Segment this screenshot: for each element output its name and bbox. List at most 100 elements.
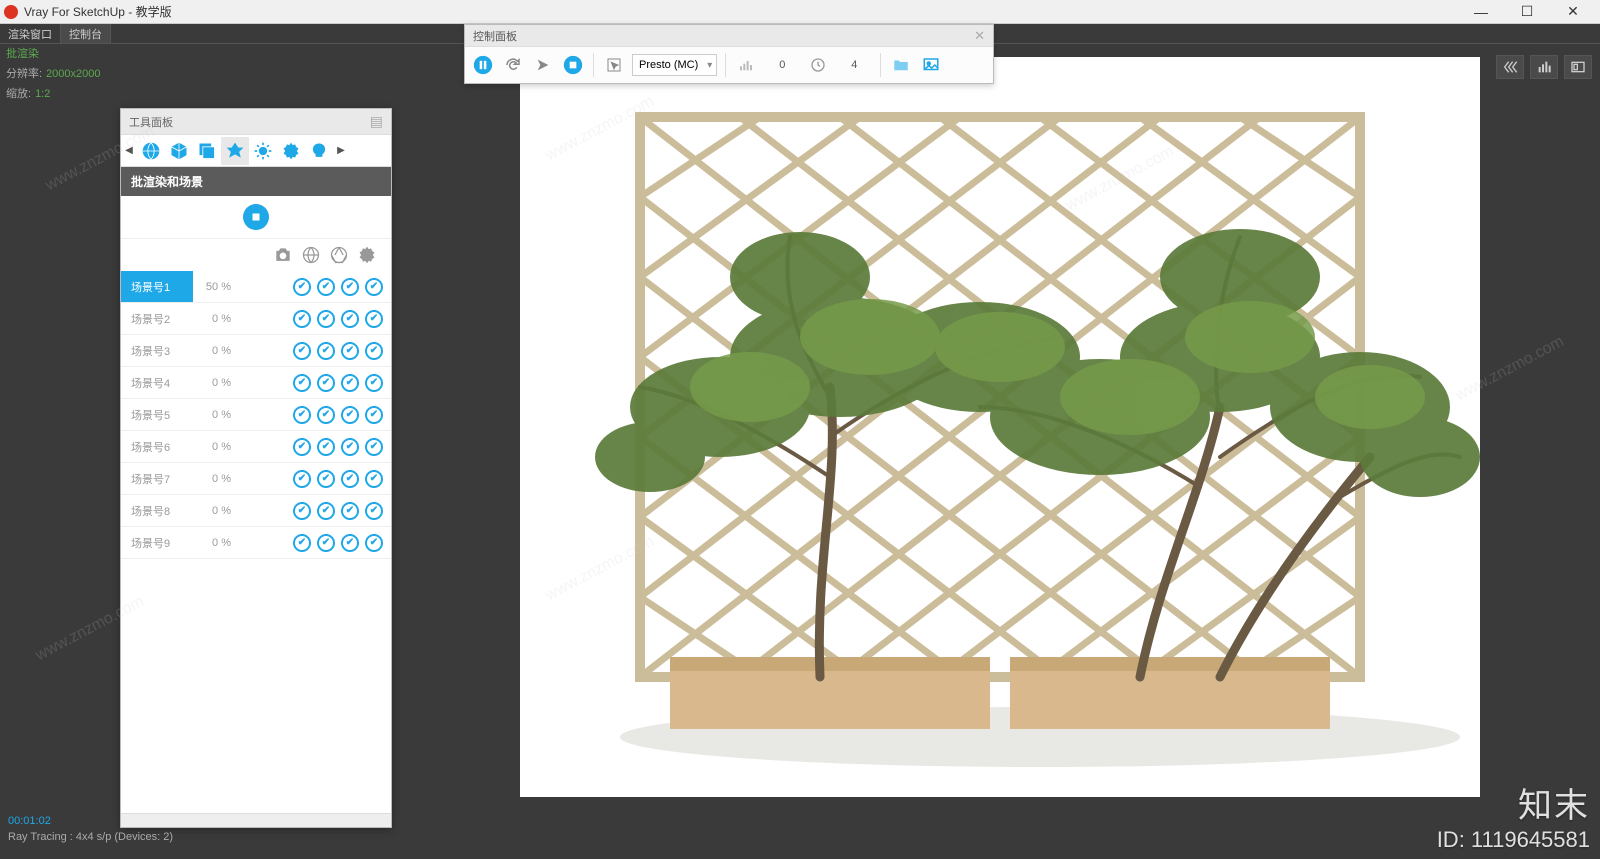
scene-check-icon[interactable]	[341, 534, 359, 552]
scene-check-icon[interactable]	[365, 310, 383, 328]
tab-sun-icon[interactable]	[249, 137, 277, 165]
tab-render-window[interactable]: 渲染窗口	[0, 24, 61, 43]
tool-panel-close-icon[interactable]: ▤	[370, 113, 383, 130]
scene-check-icon[interactable]	[317, 278, 335, 296]
scene-check-icon[interactable]	[317, 310, 335, 328]
scene-check-icon[interactable]	[365, 374, 383, 392]
globe-small-icon[interactable]	[301, 245, 321, 265]
camera-icon[interactable]	[273, 245, 293, 265]
bars-icon[interactable]	[734, 53, 758, 77]
scene-check-icon[interactable]	[341, 470, 359, 488]
scene-check-icon[interactable]	[317, 534, 335, 552]
scene-row[interactable]: 场景号20 %	[121, 303, 391, 335]
scene-name: 场景号8	[121, 503, 193, 519]
scene-row[interactable]: 场景号60 %	[121, 431, 391, 463]
scene-check-icon[interactable]	[293, 278, 311, 296]
scene-row[interactable]: 场景号70 %	[121, 463, 391, 495]
scene-check-icon[interactable]	[317, 438, 335, 456]
tab-globe-icon[interactable]	[137, 137, 165, 165]
scene-row[interactable]: 场景号90 %	[121, 527, 391, 559]
arrow-icon[interactable]	[531, 53, 555, 77]
control-panel-title: 控制面板	[473, 28, 517, 44]
scene-check-icon[interactable]	[341, 406, 359, 424]
scene-check-icon[interactable]	[293, 310, 311, 328]
minimize-button[interactable]: —	[1458, 0, 1504, 24]
scene-name: 场景号6	[121, 439, 193, 455]
scene-name: 场景号4	[121, 375, 193, 391]
window-title: Vray For SketchUp - 教学版	[24, 3, 1458, 20]
scene-check-icon[interactable]	[293, 534, 311, 552]
scene-check-icon[interactable]	[365, 342, 383, 360]
scene-row[interactable]: 场景号80 %	[121, 495, 391, 527]
render-image	[520, 57, 1480, 797]
scene-percent: 0 %	[193, 345, 241, 357]
counter-2: 4	[836, 59, 872, 71]
scene-check-icon[interactable]	[341, 438, 359, 456]
close-button[interactable]: ✕	[1550, 0, 1596, 24]
scene-check-icon[interactable]	[293, 438, 311, 456]
scene-row[interactable]: 场景号30 %	[121, 335, 391, 367]
tab-scroll-left[interactable]: ◀	[121, 136, 137, 166]
tab-bulb-icon[interactable]	[305, 137, 333, 165]
scene-check-icon[interactable]	[365, 406, 383, 424]
scene-percent: 0 %	[193, 505, 241, 517]
folder-button[interactable]	[889, 53, 913, 77]
scene-check-icon[interactable]	[317, 470, 335, 488]
scene-percent: 0 %	[193, 377, 241, 389]
tool-panel-title: 工具面板	[129, 114, 173, 130]
scene-row[interactable]: 场景号150 %	[121, 271, 391, 303]
scene-check-icon[interactable]	[317, 374, 335, 392]
scene-check-icon[interactable]	[365, 278, 383, 296]
scene-percent: 0 %	[193, 537, 241, 549]
scene-check-icon[interactable]	[365, 502, 383, 520]
scene-check-icon[interactable]	[293, 470, 311, 488]
scene-row[interactable]: 场景号50 %	[121, 399, 391, 431]
gear-small-icon[interactable]	[357, 245, 377, 265]
control-panel-close-icon[interactable]: ✕	[974, 28, 985, 44]
status-bar: 00:01:02 Ray Tracing : 4x4 s/p (Devices:…	[0, 809, 1600, 859]
scene-check-icon[interactable]	[293, 502, 311, 520]
scene-name: 场景号9	[121, 535, 193, 551]
scene-row[interactable]: 场景号40 %	[121, 367, 391, 399]
aperture-icon[interactable]	[329, 245, 349, 265]
tab-layers-icon[interactable]	[193, 137, 221, 165]
render-viewport[interactable]	[520, 57, 1480, 797]
pause-button[interactable]	[471, 53, 495, 77]
scene-name: 场景号7	[121, 471, 193, 487]
tab-scroll-right[interactable]: ▶	[333, 136, 349, 166]
tab-batch-icon[interactable]	[221, 137, 249, 165]
scene-check-icon[interactable]	[365, 438, 383, 456]
scene-check-icon[interactable]	[365, 534, 383, 552]
scene-percent: 0 %	[193, 409, 241, 421]
tab-console[interactable]: 控制台	[61, 24, 111, 43]
refresh-button[interactable]	[501, 53, 525, 77]
section-header: 批渲染和场景	[121, 167, 391, 196]
scene-percent: 50 %	[193, 281, 241, 293]
maximize-button[interactable]: ☐	[1504, 0, 1550, 24]
image-button[interactable]	[919, 53, 943, 77]
app-icon	[4, 5, 18, 19]
scene-check-icon[interactable]	[365, 470, 383, 488]
scene-check-icon[interactable]	[293, 406, 311, 424]
tab-gear-icon[interactable]	[277, 137, 305, 165]
scene-check-icon[interactable]	[341, 502, 359, 520]
scene-check-icon[interactable]	[317, 342, 335, 360]
scene-check-icon[interactable]	[317, 406, 335, 424]
scene-check-icon[interactable]	[341, 278, 359, 296]
scene-check-icon[interactable]	[341, 374, 359, 392]
scene-check-icon[interactable]	[341, 310, 359, 328]
scene-check-icon[interactable]	[317, 502, 335, 520]
scene-name: 场景号2	[121, 311, 193, 327]
tab-cube-icon[interactable]	[165, 137, 193, 165]
stop-scene-button[interactable]	[243, 204, 269, 230]
clock-icon[interactable]	[806, 53, 830, 77]
engine-select[interactable]: Presto (MC)	[632, 54, 717, 76]
scene-check-icon[interactable]	[293, 342, 311, 360]
scene-percent: 0 %	[193, 473, 241, 485]
stop-button[interactable]	[561, 53, 585, 77]
scene-check-icon[interactable]	[341, 342, 359, 360]
cursor-icon[interactable]	[602, 53, 626, 77]
control-panel: 控制面板 ✕ Presto (MC) 0 4	[464, 24, 994, 84]
scene-check-icon[interactable]	[293, 374, 311, 392]
scene-name: 场景号3	[121, 343, 193, 359]
